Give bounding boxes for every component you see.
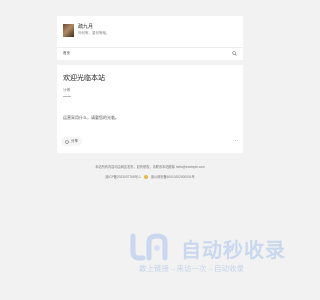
watermark: 自动秒收录 敢上链接→来访一次→自动收录 — [129, 232, 289, 278]
meta-divider — [63, 96, 71, 97]
author-name[interactable]: 疏九月 — [78, 23, 93, 30]
footer: 本站所有内容均由网友发布，如有侵权，请联系本站删除 hello@example.… — [57, 165, 243, 179]
share-label: 分享 — [71, 139, 78, 143]
share-button[interactable]: 分享 — [61, 137, 82, 146]
post-card: 欢迎光临本站 沙博 运营采用什么，请要您的光临。 分享 ··· — [57, 65, 243, 153]
police-link[interactable]: 渝公网安备50010202000001号 — [151, 174, 195, 179]
nav-home-link[interactable]: 首页 — [63, 51, 70, 56]
post-author[interactable]: 沙博 — [63, 88, 70, 93]
watermark-logo-icon — [130, 233, 168, 261]
post-body: 运营采用什么，请要您的光临。 — [63, 115, 119, 120]
divider — [57, 47, 243, 48]
police-badge-icon — [143, 174, 148, 179]
icp-link[interactable]: 渝ICP备2023007766号-1 — [105, 174, 140, 179]
post-title[interactable]: 欢迎光临本站 — [63, 73, 105, 83]
more-options-button[interactable]: ··· — [233, 139, 238, 144]
author-bio: 你何等，重何等哉。 — [78, 31, 110, 35]
profile-card: 疏九月 你何等，重何等哉。 首页 — [57, 16, 243, 60]
search-icon[interactable] — [232, 51, 237, 56]
watermark-title: 自动秒收录 — [181, 240, 286, 262]
avatar[interactable] — [63, 24, 74, 37]
watermark-subtitle: 敢上链接→来访一次→自动收录 — [139, 264, 244, 273]
share-icon — [65, 139, 69, 144]
footer-notice: 本站所有内容均由网友发布，如有侵权，请联系本站删除 hello@example.… — [95, 165, 205, 169]
